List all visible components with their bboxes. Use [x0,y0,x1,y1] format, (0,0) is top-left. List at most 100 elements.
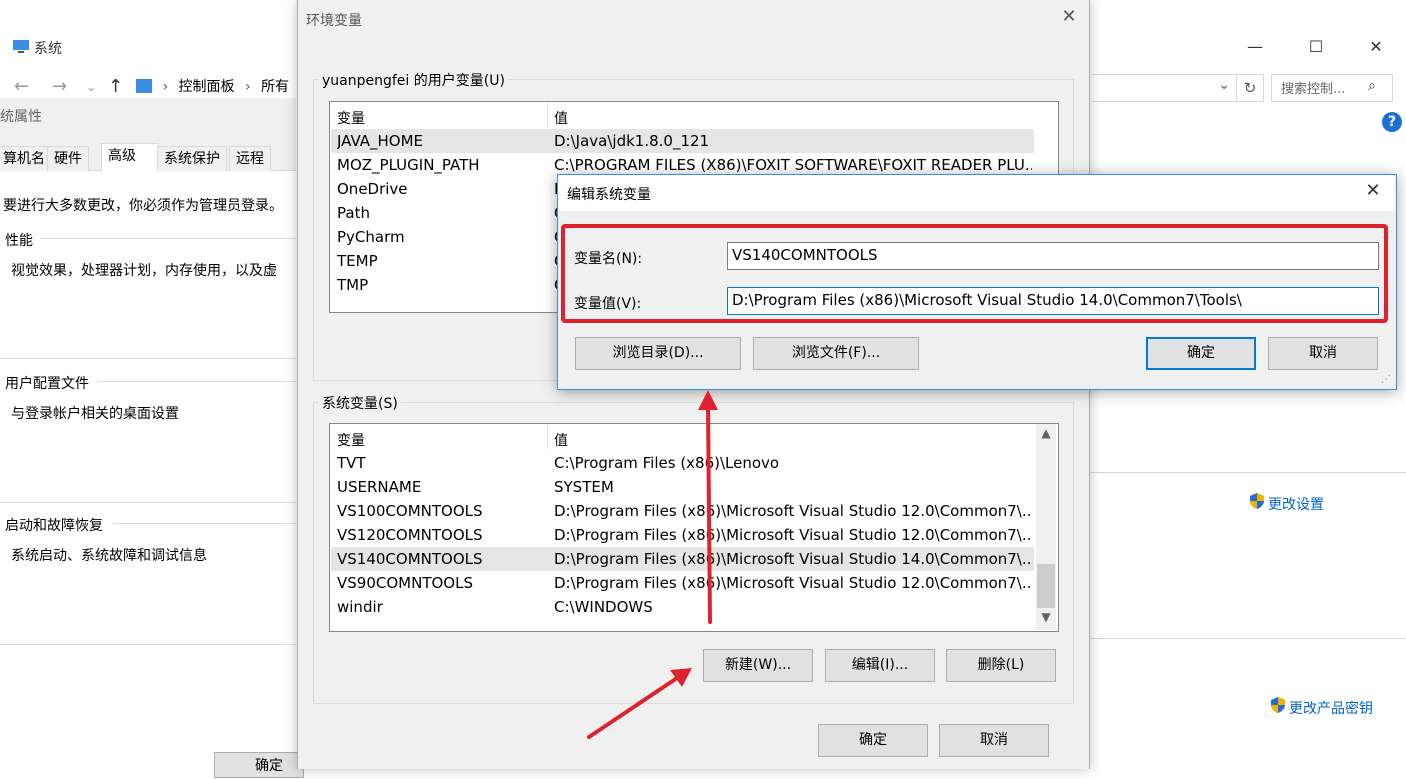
breadcrumb[interactable]: › 控制面板 › 所有 [136,76,289,98]
change-product-key-link[interactable]: 更改产品密钥 [1289,698,1373,718]
var-name: TMP [337,276,369,294]
edit-button[interactable]: 编辑(I)... [825,649,935,682]
var-name: VS140COMNTOOLS [337,550,483,568]
table-row[interactable]: VS120COMNTOOLS D:\Program Files (x86)\Mi… [331,523,1034,547]
scrollbar-thumb[interactable] [1037,564,1055,608]
system-properties-title: 统属性 [0,109,42,125]
annotation-highlight-box [561,224,1388,323]
edit-ok-button[interactable]: 确定 [1146,337,1256,370]
table-row[interactable]: TVT C:\Program Files (x86)\Lenovo [331,451,1034,475]
divider [1090,472,1406,473]
var-value: D:\Program Files (x86)\Microsoft Visual … [554,526,1032,544]
group-border [113,523,296,524]
close-button[interactable]: ✕ [1356,33,1396,61]
properties-ok-button[interactable]: 确定 [214,752,304,778]
change-settings-link[interactable]: 更改设置 [1268,494,1324,514]
column-divider[interactable] [547,103,548,127]
var-value: D:\Java\jdk1.8.0_121 [554,132,710,150]
table-row[interactable]: VS100COMNTOOLS D:\Program Files (x86)\Mi… [331,499,1034,523]
system-window-title: 系统 [34,41,62,57]
breadcrumb-separator-icon: › [244,79,251,95]
new-button[interactable]: 新建(W)... [703,649,813,682]
tab-hardware[interactable]: 硬件 [47,146,89,171]
table-row[interactable]: JAVA_HOME D:\Java\jdk1.8.0_121 [331,129,1034,153]
var-value: C:\WINDOWS [554,598,653,616]
recent-dropdown-icon[interactable]: ⌄ [86,80,96,94]
table-row[interactable]: VS140COMNTOOLS D:\Program Files (x86)\Mi… [331,547,1034,571]
var-name: OneDrive [337,180,408,198]
var-name: VS100COMNTOOLS [337,502,483,520]
up-arrow-icon[interactable]: ↑ [108,76,123,97]
column-header-name[interactable]: 变量 [337,430,365,450]
var-name: TVT [337,454,366,472]
divider [0,502,296,503]
divider [1090,638,1406,639]
delete-button[interactable]: 删除(L) [946,649,1056,682]
scroll-up-icon[interactable]: ▲ [1036,426,1056,444]
env-cancel-button[interactable]: 取消 [939,724,1049,757]
var-name: TEMP [337,252,378,270]
refresh-icon[interactable]: ↻ [1236,74,1264,102]
var-value: D:\Program Files (x86)\Microsoft Visual … [554,550,1032,568]
edit-cancel-button[interactable]: 取消 [1268,337,1378,370]
shield-icon [1250,493,1264,509]
table-row[interactable]: VS90COMNTOOLS D:\Program Files (x86)\Mic… [331,571,1034,595]
tab-system-protection[interactable]: 系统保护 [157,146,227,171]
resize-grip-icon[interactable]: ⋰ [1381,374,1391,385]
close-icon[interactable]: ✕ [1058,6,1080,28]
var-value: SYSTEM [554,478,614,496]
table-row[interactable]: windir C:\WINDOWS [331,595,1034,619]
system-variables-label: 系统变量(S) [319,393,401,413]
divider [0,644,296,645]
control-panel-icon [136,79,152,93]
tab-remote[interactable]: 远程 [229,146,271,171]
var-value: C:\Program Files (x86)\Lenovo [554,454,780,472]
group-user-profiles-label: 用户配置文件 [5,376,89,392]
close-icon[interactable]: ✕ [1362,180,1384,202]
column-header-value[interactable]: 值 [554,108,568,128]
breadcrumb-item[interactable]: 控制面板 [179,79,235,95]
maximize-button[interactable]: ☐ [1296,33,1336,61]
group-startup-recovery-label: 启动和故障恢复 [5,518,103,534]
var-name: Path [337,204,370,222]
back-arrow-icon[interactable]: ← [14,76,29,97]
var-name: JAVA_HOME [337,132,424,150]
var-name: PyCharm [337,228,405,246]
tab-computer-name[interactable]: 算机名 [0,146,52,171]
group-performance-text: 视觉效果，处理器计划，内存使用，以及虚 [11,263,277,279]
edit-dialog-title: 编辑系统变量 [567,187,651,203]
edit-dialog-titlebar [558,175,1394,211]
group-border [98,381,296,382]
group-border [40,238,296,239]
var-value: D:\Program Files (x86)\Microsoft Visual … [554,502,1032,520]
chevron-down-icon[interactable]: ⌄ [1218,77,1230,93]
tab-advanced[interactable]: 高级 [101,143,159,172]
browse-directory-button[interactable]: 浏览目录(D)... [575,337,741,370]
group-performance-label: 性能 [5,233,33,249]
var-name: MOZ_PLUGIN_PATH [337,156,480,174]
env-dialog-title: 环境变量 [306,13,362,29]
column-divider[interactable] [547,425,548,449]
var-value: D:\Program Files (x86)\Microsoft Visual … [554,574,1032,592]
group-user-profiles-text: 与登录帐户相关的桌面设置 [11,406,179,422]
address-bar-tail[interactable]: ⌄ [1092,74,1237,102]
var-name: VS120COMNTOOLS [337,526,483,544]
scroll-down-icon[interactable]: ▼ [1036,610,1056,628]
var-name: VS90COMNTOOLS [337,574,473,592]
breadcrumb-item[interactable]: 所有 [261,79,289,95]
forward-arrow-icon[interactable]: → [52,76,67,97]
divider [0,358,296,359]
column-header-name[interactable]: 变量 [337,108,365,128]
minimize-button[interactable]: — [1235,33,1275,61]
breadcrumb-separator-icon: › [162,79,169,95]
env-ok-button[interactable]: 确定 [818,724,928,757]
shield-icon [1271,697,1285,713]
browse-file-button[interactable]: 浏览文件(F)... [753,337,919,370]
column-header-value[interactable]: 值 [554,430,568,450]
admin-notice: 要进行大多数更改，你必须作为管理员登录。 [3,198,283,214]
search-placeholder: 搜索控制... [1281,82,1346,97]
search-icon[interactable]: ⌕ [1368,78,1376,94]
group-startup-recovery-text: 系统启动、系统故障和调试信息 [11,548,207,564]
help-icon[interactable]: ? [1382,112,1402,132]
table-row[interactable]: USERNAME SYSTEM [331,475,1034,499]
